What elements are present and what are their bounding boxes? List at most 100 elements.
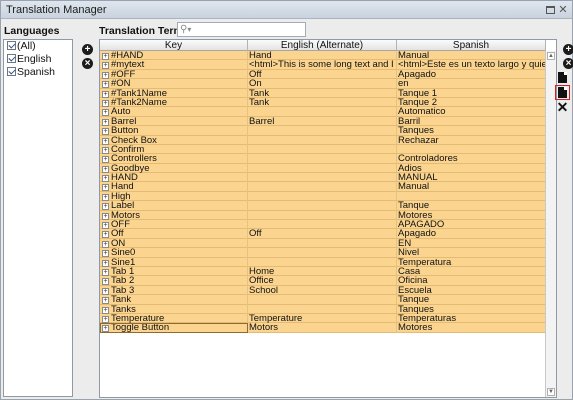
key-cell[interactable]: + Tab 2 xyxy=(100,276,248,286)
english-cell[interactable]: Temperature xyxy=(248,313,397,324)
key-cell[interactable]: + Off xyxy=(100,229,248,239)
english-cell[interactable]: Motors xyxy=(248,323,397,333)
scroll-down-icon[interactable]: ▼ xyxy=(547,388,555,396)
expand-icon[interactable]: + xyxy=(102,306,109,314)
expand-icon[interactable]: + xyxy=(102,287,109,295)
spanish-cell[interactable]: EN xyxy=(397,238,546,249)
english-cell[interactable] xyxy=(248,126,397,136)
table-row[interactable]: + Barrel Barrel Barril xyxy=(100,116,546,127)
key-cell[interactable]: + Hand xyxy=(100,182,248,192)
spanish-cell[interactable]: Escuela xyxy=(397,285,546,296)
spanish-cell[interactable]: MANUAL xyxy=(397,173,546,183)
key-cell[interactable]: + Goodbye xyxy=(100,163,248,174)
english-cell[interactable] xyxy=(248,191,397,202)
key-cell[interactable]: + Motors xyxy=(100,210,248,221)
expand-icon[interactable]: + xyxy=(102,315,109,323)
english-cell[interactable]: Home xyxy=(248,266,397,277)
table-row[interactable]: + HAND MANUAL xyxy=(100,173,546,183)
english-cell[interactable]: Off xyxy=(248,229,397,239)
spanish-cell[interactable]: <html>Este es un texto largo y quier... xyxy=(397,60,546,70)
english-cell[interactable] xyxy=(248,257,397,267)
key-cell[interactable]: + ON xyxy=(100,238,248,249)
key-cell[interactable]: + #mytext xyxy=(100,60,248,70)
english-cell[interactable]: Office xyxy=(248,276,397,286)
expand-icon[interactable]: + xyxy=(102,118,109,126)
checkbox-icon[interactable] xyxy=(7,67,16,76)
table-row[interactable]: + Check Box Rechazar xyxy=(100,135,546,145)
spanish-cell[interactable] xyxy=(397,191,546,202)
spanish-cell[interactable]: Apagado xyxy=(397,69,546,80)
table-row[interactable]: + Sine0 Nivel xyxy=(100,248,546,258)
english-cell[interactable] xyxy=(248,201,397,211)
key-cell[interactable]: + Label xyxy=(100,201,248,211)
english-cell[interactable] xyxy=(248,144,397,155)
english-cell[interactable]: Hand xyxy=(248,51,397,61)
expand-icon[interactable]: + xyxy=(102,297,109,305)
expand-icon[interactable]: + xyxy=(102,203,109,211)
checkbox-icon[interactable] xyxy=(7,54,16,63)
table-row[interactable]: + Hand Manual xyxy=(100,182,546,192)
expand-icon[interactable]: + xyxy=(102,231,109,239)
english-cell[interactable] xyxy=(248,182,397,192)
close-window-icon[interactable]: ✕ xyxy=(557,4,569,16)
expand-icon[interactable]: + xyxy=(102,212,109,220)
english-cell[interactable]: Tank xyxy=(248,88,397,98)
expand-icon[interactable]: + xyxy=(102,90,109,98)
english-cell[interactable] xyxy=(248,238,397,249)
table-row[interactable]: + #OFF Off Apagado xyxy=(100,69,546,80)
english-cell[interactable]: <html>This is some long text and I ... xyxy=(248,60,397,70)
search-input[interactable]: ⚲▾ xyxy=(177,22,306,37)
spanish-cell[interactable]: Controladores xyxy=(397,154,546,164)
spanish-cell[interactable]: Tanque 2 xyxy=(397,97,546,108)
spanish-cell[interactable]: Tanques xyxy=(397,126,546,136)
key-cell[interactable]: + Tab 1 xyxy=(100,266,248,277)
english-cell[interactable] xyxy=(248,135,397,145)
table-row[interactable]: + Tank Tanque xyxy=(100,295,546,305)
expand-icon[interactable]: + xyxy=(102,184,109,192)
expand-icon[interactable]: + xyxy=(102,278,109,286)
spanish-cell[interactable]: Automatico xyxy=(397,107,546,117)
restore-icon[interactable] xyxy=(544,4,556,16)
key-cell[interactable]: + Confirm xyxy=(100,144,248,155)
column-header-spanish[interactable]: Spanish xyxy=(397,40,546,51)
key-cell[interactable]: + Tanks xyxy=(100,304,248,314)
table-row[interactable]: + Auto Automatico xyxy=(100,107,546,117)
chevron-down-icon[interactable]: ▾ xyxy=(187,25,191,34)
expand-icon[interactable]: + xyxy=(102,99,109,107)
english-cell[interactable] xyxy=(248,163,397,174)
key-cell[interactable]: + Controllers xyxy=(100,154,248,164)
key-cell[interactable]: + OFF xyxy=(100,220,248,230)
spanish-cell[interactable]: Manual xyxy=(397,51,546,61)
expand-icon[interactable]: + xyxy=(102,268,109,276)
key-cell[interactable]: + Temperature xyxy=(100,313,248,324)
spanish-cell[interactable]: Apagado xyxy=(397,229,546,239)
table-row[interactable]: + OFF APAGADO xyxy=(100,220,546,230)
key-cell[interactable]: + Button xyxy=(100,126,248,136)
expand-icon[interactable]: + xyxy=(102,137,109,145)
table-row[interactable]: + Tanks Tanques xyxy=(100,304,546,314)
vertical-scrollbar[interactable]: ▲ ▼ xyxy=(545,51,556,397)
scroll-up-icon[interactable]: ▲ xyxy=(547,52,555,60)
expand-icon[interactable]: + xyxy=(102,325,109,333)
key-cell[interactable]: + #HAND xyxy=(100,51,248,61)
expand-icon[interactable]: + xyxy=(102,62,109,70)
expand-icon[interactable]: + xyxy=(102,165,109,173)
table-row[interactable]: + Tab 2 Office Oficina xyxy=(100,276,546,286)
english-cell[interactable] xyxy=(248,210,397,221)
spanish-cell[interactable]: Temperatura xyxy=(397,257,546,267)
table-row[interactable]: + Label Tanque xyxy=(100,201,546,211)
english-cell[interactable] xyxy=(248,220,397,230)
english-cell[interactable] xyxy=(248,154,397,164)
expand-icon[interactable]: + xyxy=(102,128,109,136)
table-row[interactable]: + #Tank1Name Tank Tanque 1 xyxy=(100,88,546,98)
english-cell[interactable] xyxy=(248,295,397,305)
key-cell[interactable]: + Sine1 xyxy=(100,257,248,267)
table-row[interactable]: + Toggle Button Motors Motores xyxy=(100,323,546,333)
key-cell[interactable]: + HAND xyxy=(100,173,248,183)
spanish-cell[interactable]: APAGADO xyxy=(397,220,546,230)
table-row[interactable]: + #ON On en xyxy=(100,79,546,89)
export-icon[interactable] xyxy=(555,85,570,100)
spanish-cell[interactable]: Oficina xyxy=(397,276,546,286)
expand-icon[interactable]: + xyxy=(102,250,109,258)
spanish-cell[interactable]: Rechazar xyxy=(397,135,546,145)
